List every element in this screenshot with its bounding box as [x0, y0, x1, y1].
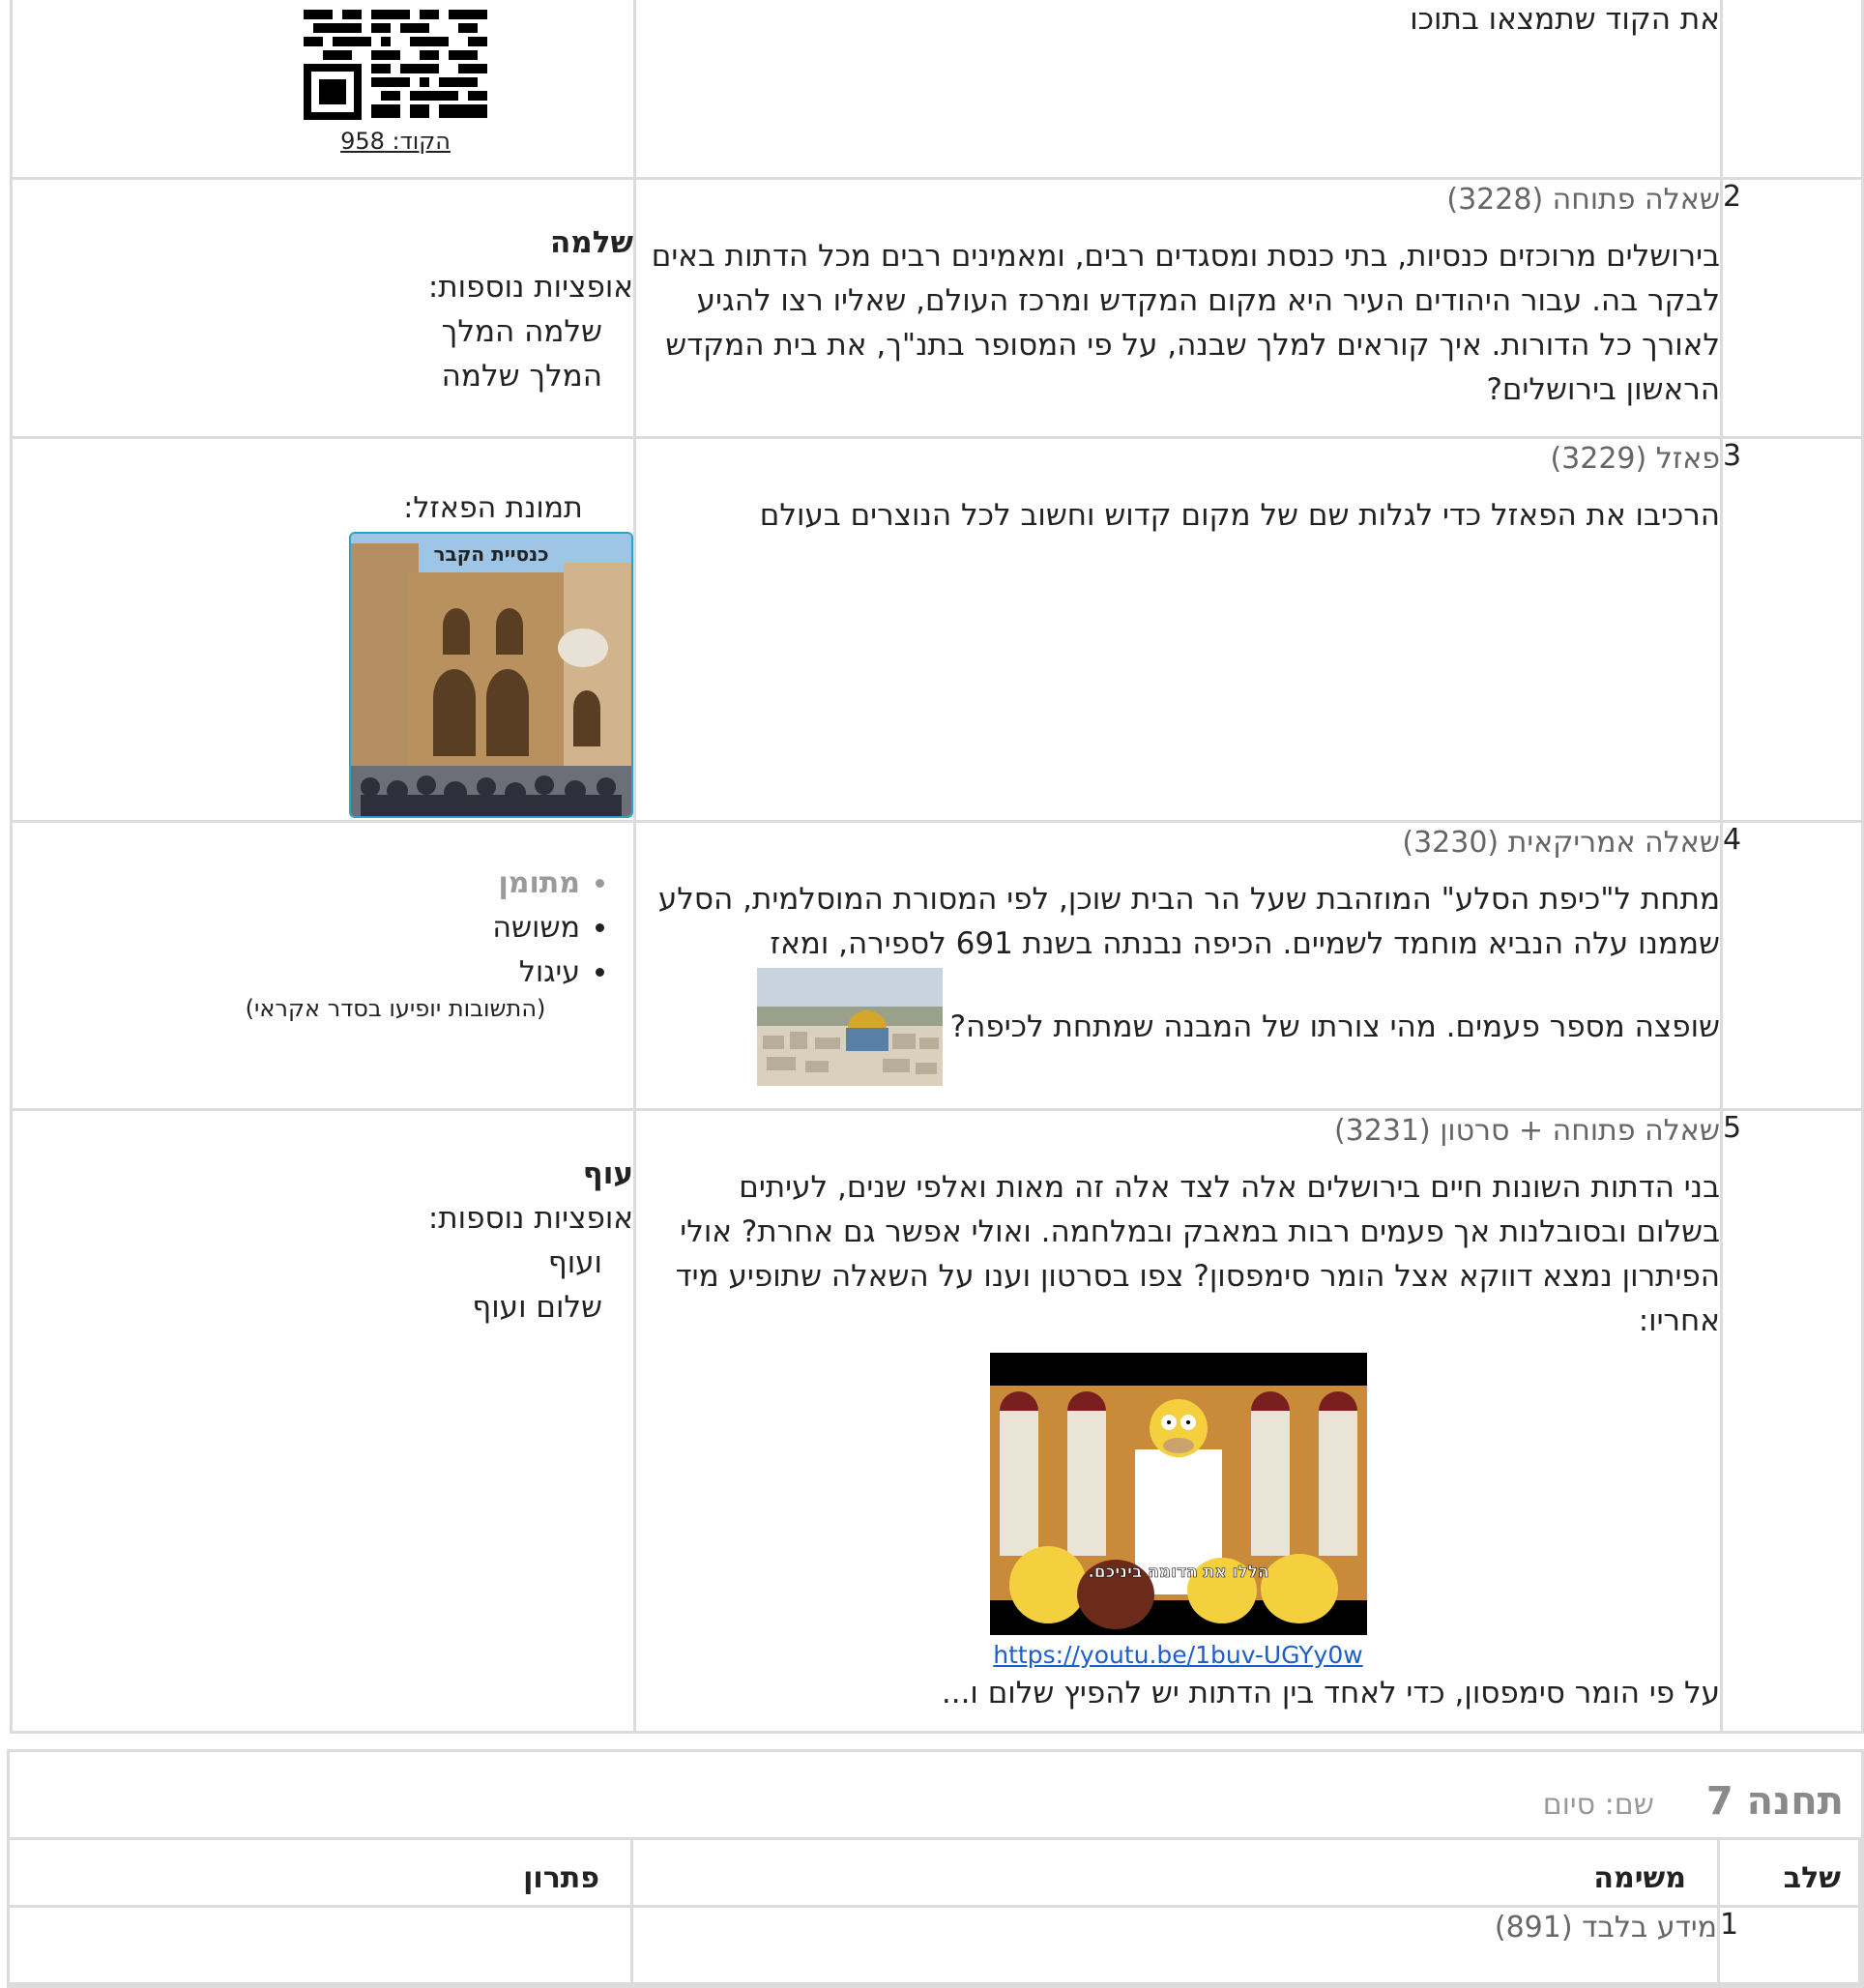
- station-7-table: שלב משימה פתרון 1 מידע בלבד (891): [7, 1836, 1861, 1985]
- question-text: בני הדתות השונות חיים בירושלים אלה לצד א…: [675, 1169, 1720, 1338]
- question-type: שאלה אמריקאית (3230): [1402, 825, 1720, 860]
- table-row: 2 שאלה פתוחה (3228) בירושלים מרוכזים כנס…: [10, 176, 1864, 439]
- question-type: מידע בלבד (891): [1494, 1910, 1717, 1944]
- solution-cell: הקוד: 958: [10, 0, 636, 180]
- video-block: הללו את הדומה ביניכם. https://youtu.be/1…: [636, 1352, 1720, 1669]
- question-type: שאלה פתוחה (3228): [1446, 182, 1720, 217]
- answer-options-list: מתומן משושה עיגול: [13, 862, 633, 995]
- station-6-table: את הקוד שתמצאו בתוכו הקוד: 958 2 שאלה פת…: [10, 0, 1864, 1734]
- puzzle-image-caption: כנסיית הקבר: [433, 542, 548, 566]
- solution-cell: [7, 1904, 633, 1985]
- qr-block: הקוד: 958: [13, 10, 633, 155]
- solution-cell: שלמה אופציות נוספות: שלמה המלך המלך שלמה: [10, 176, 636, 439]
- qr-code-link[interactable]: הקוד: 958: [340, 128, 451, 155]
- station-header: תחנה 7 שם: סיום: [10, 1752, 1861, 1837]
- follow-up-question: על פי הומר סימפסון, כדי לאחד בין הדתות י…: [941, 1675, 1720, 1710]
- question-text: הרכיבו את הפאזל כדי לגלות שם של מקום קדו…: [759, 497, 1720, 533]
- station-7-panel: תחנה 7 שם: סיום שלב משימה פתרון 1 מידע ב…: [7, 1748, 1864, 1988]
- task-cell: שאלה אמריקאית (3230) מתחת ל"כיפת הסלע" ה…: [633, 819, 1723, 1111]
- solution-cell: תמונת הפאזל: כנסיית הקבר: [10, 435, 636, 823]
- table-row: 3 פאזל (3229) הרכיבו את הפאזל כדי לגלות …: [10, 435, 1864, 823]
- stage-cell: [1720, 0, 1864, 180]
- qr-code-icon: [304, 10, 487, 120]
- table-row: 4 שאלה אמריקאית (3230) מתחת ל"כיפת הסלע"…: [10, 819, 1864, 1111]
- table-row: את הקוד שתמצאו בתוכו הקוד: 958: [10, 0, 1864, 180]
- station-name: שם: סיום: [1542, 1787, 1654, 1822]
- question-text: מתחת ל"כיפת הסלע" המוזהבת שעל הר הבית שו…: [657, 881, 1720, 961]
- stage-number: 3: [1720, 435, 1864, 823]
- alt-answer: שלום ועוף: [472, 1289, 602, 1325]
- task-text: את הקוד שתמצאו בתוכו: [1410, 2, 1720, 37]
- question-text: בירושלים מרוכזים כנסיות, בתי כנסת ומסגדי…: [651, 238, 1720, 407]
- task-cell: פאזל (3229) הרכיבו את הפאזל כדי לגלות שם…: [633, 435, 1723, 823]
- stage-number: 4: [1720, 819, 1864, 1111]
- question-type: פאזל (3229): [1550, 441, 1720, 476]
- answer-option: עיגול: [13, 950, 580, 995]
- puzzle-image-label: תמונת הפאזל:: [403, 490, 583, 525]
- video-subtitle: הללו את הדומה ביניכם.: [1088, 1563, 1268, 1582]
- table-row: 1 מידע בלבד (891): [7, 1904, 1861, 1985]
- main-answer: שלמה: [550, 224, 633, 260]
- video-thumbnail[interactable]: הללו את הדומה ביניכם.: [989, 1352, 1367, 1635]
- column-header-stage: שלב: [1717, 1836, 1861, 1908]
- stage-number: 1: [1717, 1904, 1861, 1985]
- puzzle-block: תמונת הפאזל: כנסיית הקבר: [349, 489, 633, 818]
- content-sheet: את הקוד שתמצאו בתוכו הקוד: 958 2 שאלה פת…: [7, 0, 1864, 1988]
- alt-answer: המלך שלמה: [441, 358, 602, 394]
- main-answer: עוף: [582, 1155, 633, 1191]
- table-header-row: שלב משימה פתרון: [7, 1836, 1861, 1908]
- column-header-solution: פתרון: [7, 1836, 633, 1908]
- stage-number: 5: [1720, 1107, 1864, 1734]
- puzzle-image: כנסיית הקבר: [349, 531, 633, 818]
- task-cell: שאלה פתוחה (3228) בירושלים מרוכזים כנסיו…: [633, 176, 1723, 439]
- answer-option: משושה: [13, 906, 580, 950]
- task-cell: מידע בלבד (891): [630, 1904, 1720, 1985]
- dome-of-the-rock-image: [756, 967, 943, 1086]
- video-link[interactable]: https://youtu.be/1buv-UGYy0w: [993, 1641, 1362, 1669]
- task-cell: שאלה פתוחה + סרטון (3231) בני הדתות השונ…: [633, 1107, 1723, 1734]
- question-text-line: שופצה מספר פעמים. מהי צורתו של המבנה שמת…: [949, 1009, 1720, 1044]
- more-options-label: אופציות נוספות:: [427, 1200, 633, 1236]
- answer-option-correct: מתומן: [13, 862, 580, 906]
- alt-answer: שלמה המלך: [441, 313, 602, 349]
- station-title: תחנה 7: [1705, 1778, 1844, 1824]
- question-text-continued: שופצה מספר פעמים. מהי צורתו של המבנה שמת…: [636, 967, 1720, 1086]
- question-type: שאלה פתוחה + סרטון (3231): [1333, 1113, 1720, 1148]
- table-row: 5 שאלה פתוחה + סרטון (3231) בני הדתות הש…: [10, 1107, 1864, 1734]
- alt-answer: ועוף: [547, 1244, 602, 1280]
- random-order-note: (התשובות יופיעו בסדר אקראי): [245, 994, 546, 1022]
- solution-cell: מתומן משושה עיגול (התשובות יופיעו בסדר א…: [10, 819, 636, 1111]
- task-cell: את הקוד שתמצאו בתוכו: [633, 0, 1723, 180]
- solution-cell: עוף אופציות נוספות: ועוף שלום ועוף: [10, 1107, 636, 1734]
- column-header-task: משימה: [630, 1836, 1720, 1908]
- stage-number: 2: [1720, 176, 1864, 439]
- more-options-label: אופציות נוספות:: [427, 269, 633, 305]
